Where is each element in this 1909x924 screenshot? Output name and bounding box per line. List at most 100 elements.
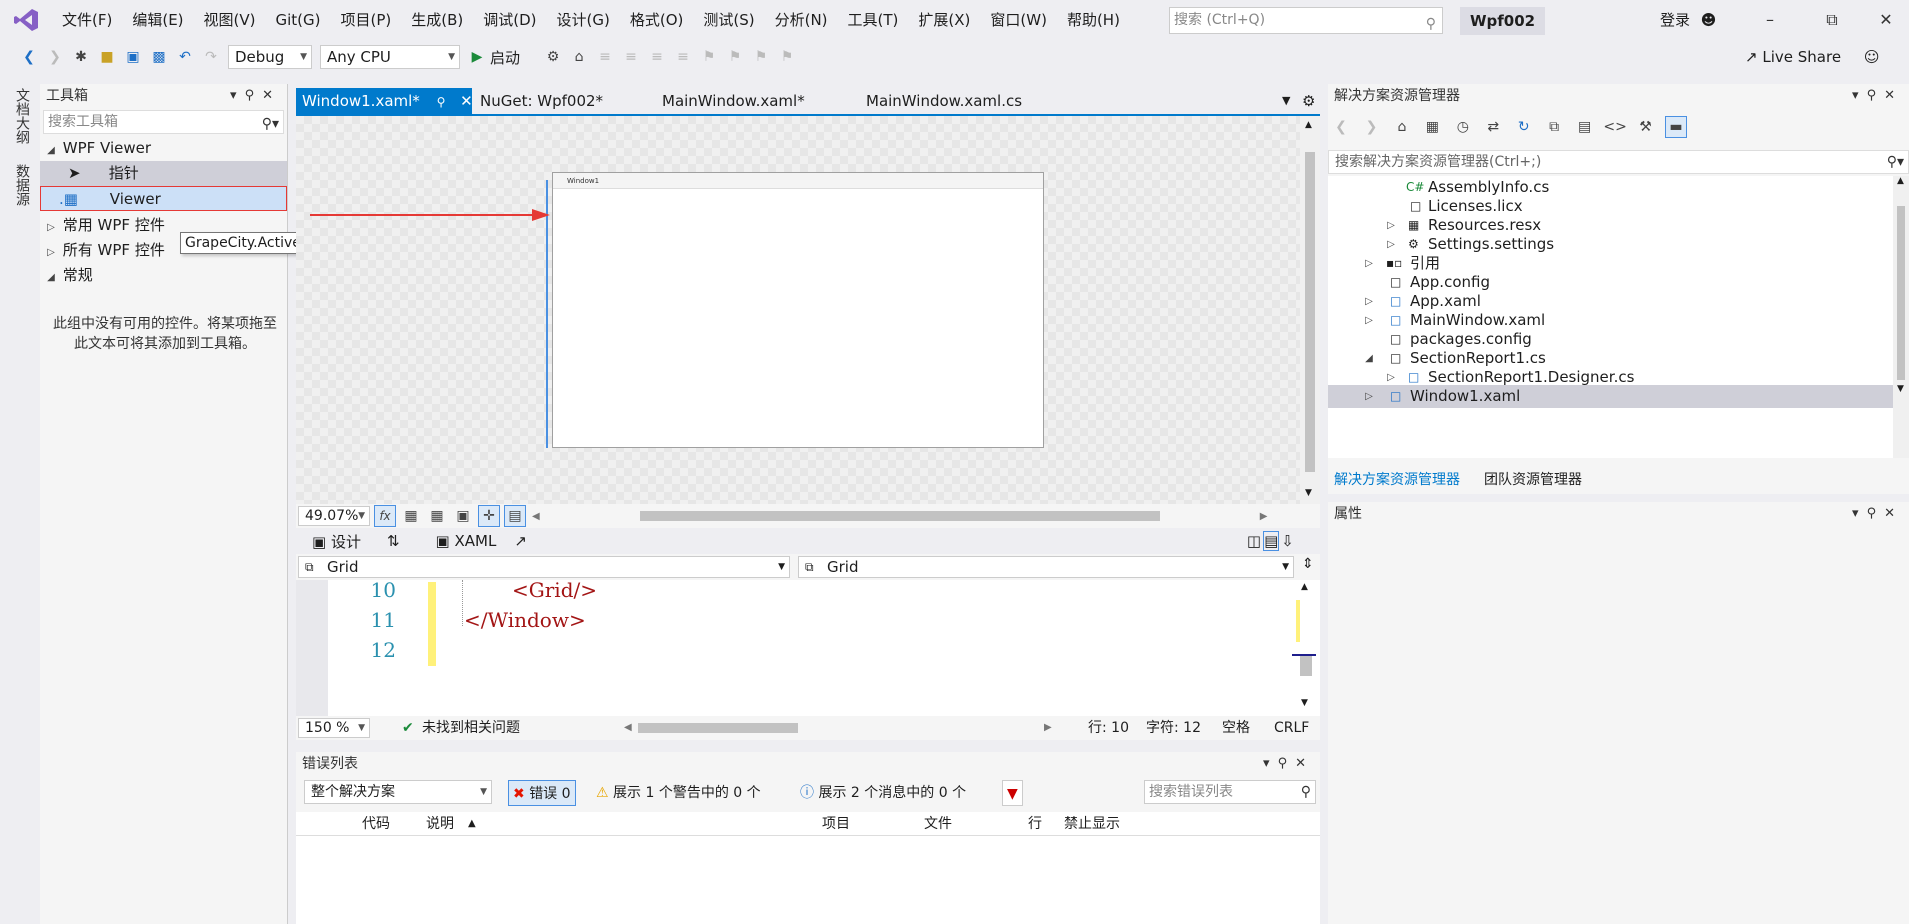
attach-icon[interactable]: ⚙	[542, 46, 564, 68]
document-outline-tab[interactable]: 文档大纲	[12, 88, 32, 144]
close-icon[interactable]: ✕	[1295, 756, 1314, 771]
snap-grid-icon[interactable]: ▦	[426, 505, 448, 527]
horizontal-split-icon[interactable]: ▤	[1263, 531, 1280, 551]
panel-menu-icon[interactable]: ▾	[1263, 756, 1278, 771]
close-window-icon[interactable]: ✕	[1866, 6, 1906, 34]
outdent-icon[interactable]: ≡	[672, 46, 694, 68]
home-icon[interactable]: ⌂	[568, 46, 590, 68]
split-editor-icon[interactable]: ⇕	[1302, 556, 1314, 572]
collapse-pane-icon[interactable]: ⇩	[1281, 532, 1294, 550]
live-share-button[interactable]: ↗ Live Share ☺	[1745, 48, 1879, 66]
tab-team-explorer[interactable]: 团队资源管理器	[1484, 468, 1582, 492]
redo-icon[interactable]: ↷	[200, 46, 222, 68]
xaml-code-editor[interactable]: 10 11 12 <Grid/> </Window> ▲ ▼	[296, 578, 1320, 716]
menu-edit[interactable]: 编辑(E)	[122, 0, 193, 40]
error-search-input[interactable]: 搜索错误列表 ⚲	[1144, 780, 1316, 804]
toolbox-item-pointer[interactable]: ➤ 指针	[40, 161, 287, 186]
prev-bookmark-icon[interactable]: ⚑	[724, 46, 746, 68]
properties-wrench-icon[interactable]: ⚒	[1635, 116, 1657, 138]
pin-icon[interactable]: ⚲	[437, 95, 446, 109]
menu-test[interactable]: 测试(S)	[693, 0, 764, 40]
column-project[interactable]: 项目	[822, 812, 850, 836]
tab-solution-explorer[interactable]: 解决方案资源管理器	[1334, 468, 1460, 492]
errors-filter-button[interactable]: ✖ 错误 0	[508, 780, 576, 806]
hscroll-left-icon[interactable]: ◀	[532, 511, 540, 522]
menu-extensions[interactable]: 扩展(X)	[908, 0, 980, 40]
vertical-split-icon[interactable]: ◫	[1247, 532, 1261, 550]
menu-help[interactable]: 帮助(H)	[1057, 0, 1130, 40]
menu-git[interactable]: Git(G)	[266, 0, 331, 40]
feedback-icon[interactable]: ☺	[1864, 48, 1880, 66]
clear-bookmark-icon[interactable]: ⚑	[776, 46, 798, 68]
new-project-icon[interactable]: ✱	[70, 46, 92, 68]
pin-icon[interactable]: ⚲	[1867, 88, 1885, 103]
column-line[interactable]: 行	[1028, 812, 1042, 836]
menu-design[interactable]: 设计(G)	[547, 0, 620, 40]
close-icon[interactable]: ✕	[1884, 506, 1903, 521]
menu-file[interactable]: 文件(F)	[52, 0, 122, 40]
panel-menu-icon[interactable]: ▾	[1852, 88, 1867, 103]
expand-icon[interactable]: ▷	[44, 215, 58, 240]
nav-right-select[interactable]: ⧉ Grid ▼	[798, 556, 1294, 578]
configuration-select[interactable]: Debug ▼	[228, 45, 312, 69]
scroll-up-icon[interactable]: ▲	[1897, 176, 1904, 186]
view-code-icon[interactable]: <>	[1603, 116, 1626, 138]
switch-views-icon[interactable]: ▦	[1421, 116, 1443, 138]
restore-icon[interactable]: ⧉	[1812, 6, 1852, 34]
toolbox-group-wpf-viewer[interactable]: ◢ WPF Viewer	[40, 136, 287, 161]
tab-mainwindow-xaml-cs[interactable]: MainWindow.xaml.cs	[866, 88, 1022, 114]
panel-menu-icon[interactable]: ▾	[230, 88, 245, 103]
pin-icon[interactable]: ⚲	[1867, 506, 1885, 521]
project-code-icon[interactable]: ▤	[504, 505, 526, 527]
close-icon[interactable]: ✕	[1884, 88, 1903, 103]
swap-panes-icon[interactable]: ⇅	[387, 532, 400, 550]
settings-gear-icon[interactable]: ⚙	[1302, 88, 1315, 114]
designer-vertical-scrollbar[interactable]: ▲ ▼	[1300, 116, 1320, 504]
menu-window[interactable]: 窗口(W)	[980, 0, 1057, 40]
data-sources-tab[interactable]: 数据源	[12, 164, 32, 206]
toolbox-item-viewer[interactable]: .▦ Viewer	[40, 186, 287, 211]
minimize-icon[interactable]: –	[1750, 6, 1790, 34]
open-folder-icon[interactable]: ■	[96, 46, 118, 68]
error-scope-select[interactable]: 整个解决方案 ▼	[304, 780, 492, 804]
visual-studio-logo-icon[interactable]	[0, 0, 52, 40]
scroll-up-icon[interactable]: ▲	[1301, 582, 1308, 592]
align-center-icon[interactable]: ≡	[620, 46, 642, 68]
solution-tree-scrollbar[interactable]: ▲ ▼	[1893, 176, 1909, 458]
eol-indicator[interactable]: CRLF	[1274, 716, 1309, 740]
column-code[interactable]: 代码	[362, 812, 390, 836]
pin-icon[interactable]: ⚲	[245, 88, 263, 103]
background-icon[interactable]: ▣	[452, 505, 474, 527]
scroll-down-icon[interactable]: ▼	[1301, 698, 1308, 708]
scroll-up-icon[interactable]: ▲	[1305, 120, 1312, 130]
next-bookmark-icon[interactable]: ⚑	[750, 46, 772, 68]
nav-left-select[interactable]: ⧉ Grid ▼	[298, 556, 790, 578]
design-tab[interactable]: ▣ 设计	[312, 531, 361, 552]
column-suppression[interactable]: 禁止显示	[1064, 812, 1120, 836]
editor-zoom-select[interactable]: 150 % ▼	[298, 718, 370, 738]
editor-scroll-thumb[interactable]	[1300, 656, 1312, 676]
login-button[interactable]: 登录 ☻	[1660, 9, 1716, 30]
save-all-icon[interactable]: ▩	[148, 46, 170, 68]
designer-horizontal-scroll-thumb[interactable]	[639, 511, 1160, 521]
tab-list-dropdown-icon[interactable]: ▼	[1282, 88, 1290, 114]
back-icon[interactable]: ❮	[18, 46, 40, 68]
editor-hscroll-thumb[interactable]	[638, 723, 798, 733]
warnings-filter-button[interactable]: ⚠ 展示 1 个警告中的 0 个	[596, 780, 761, 806]
issues-status[interactable]: 未找到相关问题	[422, 716, 520, 740]
grid-icon[interactable]: ▦	[400, 505, 422, 527]
scroll-down-icon[interactable]: ▼	[1897, 384, 1904, 394]
platform-select[interactable]: Any CPU ▼	[320, 45, 460, 69]
hscroll-right-icon[interactable]: ▶	[1044, 716, 1052, 740]
forward-icon[interactable]: ❯	[44, 46, 66, 68]
formula-icon[interactable]: fx	[374, 505, 396, 527]
pin-icon[interactable]: ⚲	[1278, 756, 1296, 771]
close-tab-icon[interactable]: ✕	[460, 92, 473, 110]
row-indicator[interactable]: 行: 10	[1088, 716, 1129, 740]
menu-build[interactable]: 生成(B)	[401, 0, 473, 40]
show-all-files-icon[interactable]: ▤	[1574, 116, 1596, 138]
refresh-icon[interactable]: ↻	[1513, 116, 1535, 138]
column-file[interactable]: 文件	[924, 812, 952, 836]
solution-name-badge[interactable]: Wpf002	[1460, 7, 1546, 35]
menu-analyze[interactable]: 分析(N)	[765, 0, 838, 40]
